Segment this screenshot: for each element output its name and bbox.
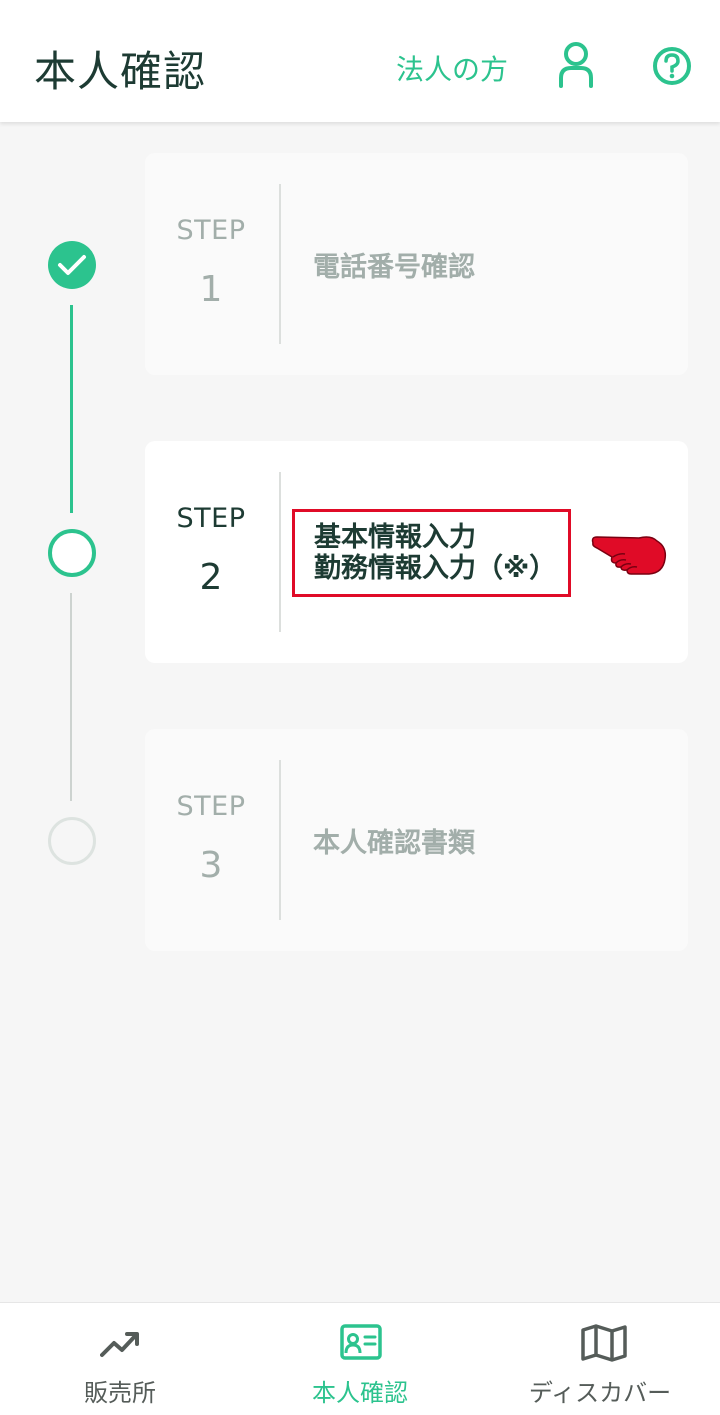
step-card-2[interactable]: STEP 2 基本情報入力 勤務情報入力（※） xyxy=(145,441,688,663)
timeline-line-completed xyxy=(70,305,73,513)
step-label: STEP xyxy=(176,215,246,246)
step-number: 1 xyxy=(199,269,223,310)
nav-label: ディスカバー xyxy=(528,1379,672,1407)
step-divider xyxy=(279,760,281,920)
step-label: STEP xyxy=(176,503,246,534)
step-title: 電話番号確認 xyxy=(313,252,475,283)
highlighted-step-title: 基本情報入力 勤務情報入力（※） xyxy=(292,509,571,597)
corporate-link[interactable]: 法人の方 xyxy=(396,48,508,88)
step-divider xyxy=(279,472,281,632)
trending-up-icon xyxy=(100,1332,139,1357)
step-title-line-2: 勤務情報入力（※） xyxy=(314,553,557,584)
id-card-icon xyxy=(340,1324,382,1360)
nav-item-discover[interactable]: ディスカバー xyxy=(480,1303,720,1415)
pointing-hand-icon xyxy=(591,533,667,581)
bottom-navigation: 販売所 本人確認 ディスカバー xyxy=(0,1302,720,1415)
user-icon[interactable] xyxy=(552,40,600,90)
step-3-upcoming-indicator xyxy=(48,817,96,865)
help-circle-icon[interactable] xyxy=(648,40,696,90)
nav-label: 本人確認 xyxy=(312,1379,408,1407)
step-1-check-icon xyxy=(48,241,96,289)
app-header: 本人確認 法人の方 xyxy=(0,0,720,122)
map-icon xyxy=(581,1324,627,1362)
step-divider xyxy=(279,184,281,344)
page-title: 本人確認 xyxy=(34,47,207,96)
step-title-line-1: 基本情報入力 xyxy=(314,522,476,553)
timeline-line-upcoming xyxy=(70,593,72,801)
nav-item-exchange[interactable]: 販売所 xyxy=(0,1303,240,1415)
step-card-1[interactable]: STEP 1 電話番号確認 xyxy=(145,153,688,375)
step-label: STEP xyxy=(176,791,246,822)
step-2-current-indicator xyxy=(48,529,96,577)
step-title: 本人確認書類 xyxy=(313,828,475,859)
step-number: 3 xyxy=(199,845,223,886)
nav-label: 販売所 xyxy=(84,1379,156,1407)
step-number: 2 xyxy=(199,557,223,598)
step-card-3[interactable]: STEP 3 本人確認書類 xyxy=(145,729,688,951)
nav-item-identity[interactable]: 本人確認 xyxy=(240,1303,480,1415)
